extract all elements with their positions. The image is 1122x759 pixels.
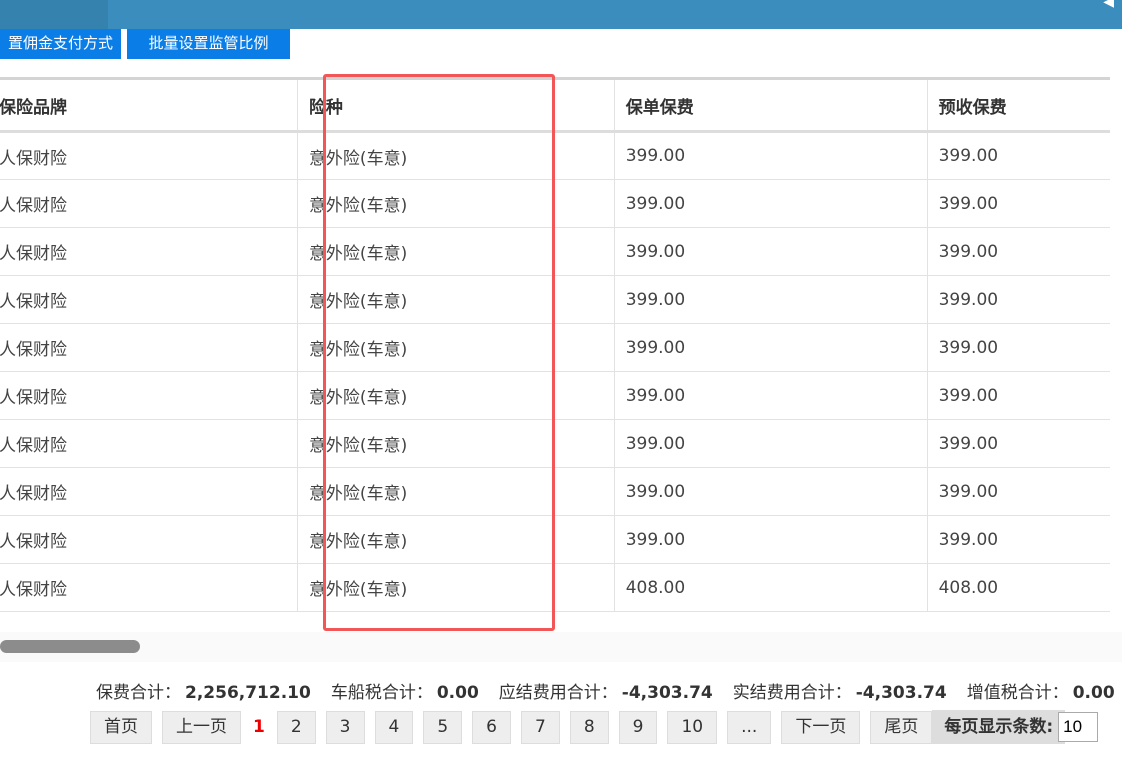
column-header[interactable]: 保险品牌 bbox=[0, 77, 298, 133]
table-cell: 408.00 bbox=[926, 563, 1110, 612]
table-row[interactable]: 人保财险 意外险(车意) 399.00 399.00 bbox=[0, 419, 1110, 468]
summary-label: 增值税合计： bbox=[966, 683, 1069, 703]
table-cell: 人保财险 bbox=[0, 419, 298, 468]
table-cell: 意外险(车意) bbox=[296, 131, 615, 180]
table-cell: 399.00 bbox=[926, 179, 1110, 228]
table-cell: 意外险(车意) bbox=[296, 323, 615, 372]
page-button[interactable]: 10 bbox=[667, 710, 718, 744]
page-button[interactable]: 8 bbox=[569, 710, 609, 744]
current-page: 1 bbox=[253, 717, 265, 737]
table-row[interactable]: 人保财险 意外险(车意) 399.00 399.00 bbox=[0, 467, 1110, 516]
table-cell: 399.00 bbox=[613, 419, 928, 468]
summary-label: 保费合计： bbox=[96, 683, 181, 703]
arrow-icon[interactable]: ◀ bbox=[1103, 0, 1114, 10]
table-cell: 399.00 bbox=[926, 515, 1110, 564]
table-cell: 399.00 bbox=[926, 131, 1110, 180]
table-cell: 人保财险 bbox=[0, 131, 298, 180]
table-row[interactable]: 人保财险 意外险(车意) 399.00 399.00 bbox=[0, 371, 1110, 420]
table-cell: 人保财险 bbox=[0, 179, 298, 228]
table-cell: 意外险(车意) bbox=[296, 515, 615, 564]
per-page-input[interactable] bbox=[1058, 712, 1099, 742]
summary-value: -4,303.74 bbox=[621, 683, 713, 703]
summary-value: 2,256,712.10 bbox=[185, 683, 311, 703]
table-cell: 399.00 bbox=[613, 227, 928, 276]
summary-label: 实结费用合计： bbox=[732, 683, 852, 703]
table-cell: 意外险(车意) bbox=[296, 179, 615, 228]
top-bar-tab[interactable] bbox=[0, 0, 108, 29]
summary-label: 应结费用合计： bbox=[498, 683, 618, 703]
summary-value: -4,303.74 bbox=[855, 683, 947, 703]
table-row[interactable]: 人保财险 意外险(车意) 399.00 399.00 bbox=[0, 179, 1110, 228]
table-cell: 399.00 bbox=[926, 323, 1110, 372]
batch-set-supervision-ratio-button[interactable]: 批量设置监管比例 bbox=[127, 29, 290, 59]
page-button[interactable]: 5 bbox=[423, 710, 463, 744]
table-cell: 意外险(车意) bbox=[296, 467, 615, 516]
per-page-label: 每页显示条数: bbox=[932, 710, 1066, 744]
page-button[interactable]: 3 bbox=[325, 710, 365, 744]
table-cell: 399.00 bbox=[926, 419, 1110, 468]
table-cell: 399.00 bbox=[613, 467, 928, 516]
column-header[interactable]: 预收保费 bbox=[926, 77, 1110, 133]
table-row[interactable]: 人保财险 意外险(车意) 399.00 399.00 bbox=[0, 275, 1110, 324]
summary-label: 车船税合计： bbox=[330, 683, 433, 703]
table-cell: 399.00 bbox=[613, 131, 928, 180]
table-row[interactable]: 人保财险 意外险(车意) 399.00 399.00 bbox=[0, 323, 1110, 372]
page-button[interactable]: 9 bbox=[618, 710, 658, 744]
table-cell: 意外险(车意) bbox=[296, 275, 615, 324]
table-cell: 399.00 bbox=[926, 467, 1110, 516]
horizontal-scrollbar[interactable] bbox=[0, 632, 1122, 662]
policy-table: 保险品牌 险种 保单保费 预收保费 人保财险 意外险(车意) 399.00 399.00 人保… bbox=[0, 77, 1110, 612]
table-cell: 意外险(车意) bbox=[296, 227, 615, 276]
table-cell: 399.00 bbox=[613, 515, 928, 564]
table-cell: 399.00 bbox=[613, 323, 928, 372]
top-bar: ◀ bbox=[0, 0, 1122, 29]
table-cell: 人保财险 bbox=[0, 371, 298, 420]
table-cell: 人保财险 bbox=[0, 275, 298, 324]
table-row[interactable]: 人保财险 意外险(车意) 399.00 399.00 bbox=[0, 131, 1110, 180]
column-header[interactable]: 险种 bbox=[296, 77, 615, 133]
page-button[interactable]: 6 bbox=[472, 710, 511, 744]
summary-value: 0.00 bbox=[436, 683, 479, 703]
set-commission-payment-button[interactable]: 置佣金支付方式 bbox=[0, 29, 121, 59]
table-cell: 399.00 bbox=[926, 371, 1110, 420]
table-row[interactable]: 人保财险 意外险(车意) 399.00 399.00 bbox=[0, 227, 1110, 276]
table-cell: 399.00 bbox=[926, 227, 1110, 276]
table-cell: 人保财险 bbox=[0, 515, 298, 564]
table-cell: 408.00 bbox=[613, 563, 928, 612]
page-button[interactable]: 7 bbox=[520, 710, 560, 744]
table-cell: 意外险(车意) bbox=[296, 563, 615, 612]
table-cell: 399.00 bbox=[926, 275, 1110, 324]
totals-summary: 保费合计： 2,256,712.10 车船税合计： 0.00 应结费用合计： -4,303… bbox=[96, 678, 1122, 703]
table-cell: 399.00 bbox=[613, 275, 928, 324]
first-page-button[interactable]: 首页 bbox=[90, 710, 152, 744]
table-cell: 人保财险 bbox=[0, 467, 298, 516]
last-page-button[interactable]: 尾页 bbox=[870, 710, 933, 744]
page-button[interactable]: ... bbox=[727, 710, 772, 744]
next-page-button[interactable]: 下一页 bbox=[781, 710, 861, 744]
table-cell: 399.00 bbox=[613, 371, 928, 420]
summary-value: 0.00 bbox=[1072, 683, 1115, 703]
table-row[interactable]: 人保财险 意外险(车意) 408.00 408.00 bbox=[0, 563, 1110, 612]
table-cell: 人保财险 bbox=[0, 323, 298, 372]
table-cell: 人保财险 bbox=[0, 563, 298, 612]
pagination: 首页 上一页 1 2 3 4 5 6 7 8 9 10... 下一页 尾页 每页显示条数: bbox=[90, 710, 1099, 744]
column-header[interactable]: 保单保费 bbox=[613, 77, 928, 133]
table-row[interactable]: 人保财险 意外险(车意) 399.00 399.00 bbox=[0, 515, 1110, 564]
table-cell: 意外险(车意) bbox=[296, 371, 615, 420]
table-cell: 399.00 bbox=[613, 179, 928, 228]
page-button[interactable]: 2 bbox=[276, 710, 316, 744]
prev-page-button[interactable]: 上一页 bbox=[162, 710, 241, 744]
scrollbar-thumb[interactable] bbox=[0, 640, 140, 653]
page-button[interactable]: 4 bbox=[374, 710, 414, 744]
table-cell: 意外险(车意) bbox=[296, 419, 615, 468]
table-cell: 人保财险 bbox=[0, 227, 298, 276]
